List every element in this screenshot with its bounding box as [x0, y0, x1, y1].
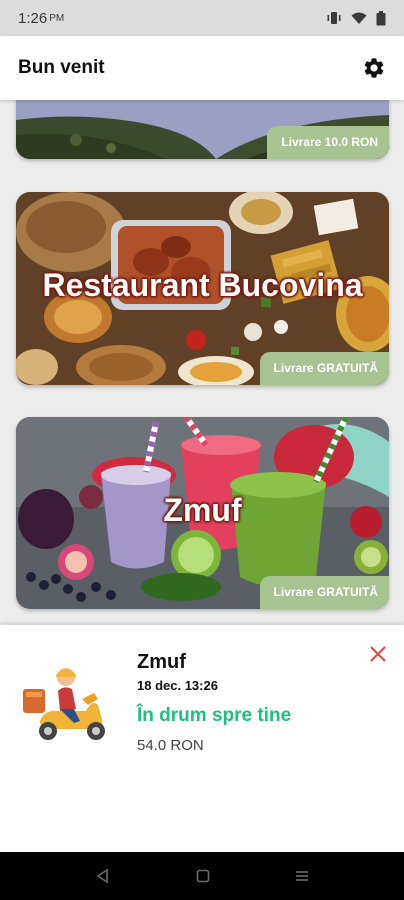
restaurant-card[interactable]: Restaurant Bucovina Livrare GRATUITĂ — [16, 192, 389, 385]
settings-button[interactable] — [360, 54, 388, 82]
gear-icon — [364, 58, 384, 78]
delivery-scooter-icon — [23, 668, 105, 740]
app-bar: Bun venit — [0, 36, 404, 100]
close-icon — [370, 646, 386, 662]
vibrate-icon — [327, 12, 341, 24]
active-order-panel[interactable]: Zmuf 18 dec. 13:26 În drum spre tine 54.… — [0, 625, 404, 852]
order-price: 54.0 RON — [137, 737, 204, 754]
restaurant-name: Restaurant Bucovina — [42, 267, 363, 303]
delivery-badge: Livrare GRATUITĂ — [259, 576, 389, 609]
delivery-badge: Livrare 10.0 RON — [267, 126, 389, 159]
status-ampm: PM — [49, 12, 65, 24]
wifi-icon — [351, 12, 367, 24]
close-order-button[interactable] — [366, 642, 390, 666]
back-icon[interactable] — [95, 868, 111, 884]
page-title: Bun venit — [18, 57, 105, 78]
restaurant-card[interactable]: Livrare 10.0 RON — [16, 100, 389, 159]
system-nav-bar — [0, 852, 404, 900]
battery-icon — [376, 10, 386, 25]
order-date: 18 dec. 13:26 — [137, 678, 218, 693]
status-bar: 1:26 PM — [0, 0, 404, 36]
restaurant-name: Zmuf — [163, 492, 242, 528]
home-icon[interactable] — [196, 869, 210, 883]
restaurant-card[interactable]: Zmuf Livrare GRATUITĂ — [16, 417, 389, 609]
order-restaurant-name: Zmuf — [137, 651, 186, 673]
delivery-badge: Livrare GRATUITĂ — [259, 352, 389, 385]
status-icons — [326, 10, 386, 26]
recents-icon[interactable] — [295, 869, 309, 883]
restaurant-feed[interactable]: Livrare 10.0 RON Restaurant Bucovina Liv… — [0, 100, 404, 622]
status-time: 1:26 — [18, 9, 48, 27]
order-status: În drum spre tine — [137, 705, 292, 726]
